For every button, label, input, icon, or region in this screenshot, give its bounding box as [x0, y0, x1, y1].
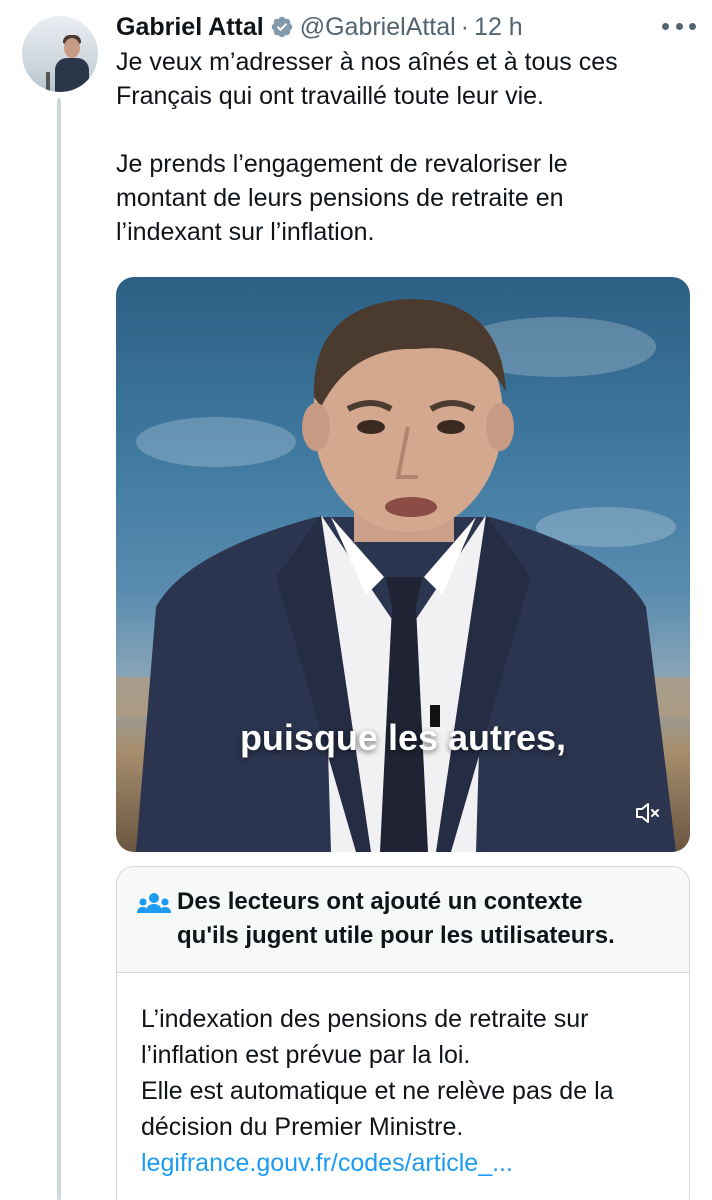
- tweet-video[interactable]: puisque les autres,: [116, 277, 690, 852]
- video-frame-person: [116, 298, 690, 852]
- community-note-title: Des lecteurs ont ajouté un contexte qu'i…: [177, 885, 615, 953]
- author-name[interactable]: Gabriel Attal: [116, 13, 264, 42]
- note-body-line: décision du Premier Ministre.: [141, 1113, 464, 1141]
- note-source-link[interactable]: legifrance.gouv.fr/codes/article_...: [141, 1145, 614, 1181]
- author-handle[interactable]: @GabrielAttal: [300, 13, 456, 42]
- tweet-timestamp[interactable]: 12 h: [474, 13, 523, 42]
- people-icon: [137, 893, 171, 913]
- tweet-header: Gabriel Attal @GabrielAttal · 12 h: [116, 10, 523, 44]
- video-caption: puisque les autres,: [239, 717, 567, 758]
- community-note-body: L’indexation des pensions de retraite su…: [141, 1001, 614, 1181]
- separator-dot: ·: [460, 12, 470, 41]
- note-body-line: Elle est automatique et ne relève pas de…: [141, 1077, 614, 1105]
- community-note-header[interactable]: Des lecteurs ont ajouté un contexte qu'i…: [117, 867, 689, 973]
- tweet-line: Je veux m’adresser à nos aînés et à tous…: [116, 48, 618, 76]
- tweet-line: l’indexant sur l’inflation.: [116, 218, 375, 246]
- note-body-line: l’inflation est prévue par la loi.: [141, 1041, 471, 1069]
- tweet-line: Je prends l’engagement de revaloriser le: [116, 150, 568, 178]
- note-body-line: L’indexation des pensions de retraite su…: [141, 1005, 589, 1033]
- note-title-line: qu'ils jugent utile pour les utilisateur…: [177, 922, 615, 949]
- speaker-muted-icon[interactable]: [628, 795, 668, 831]
- author-avatar[interactable]: [22, 16, 98, 92]
- more-options-icon[interactable]: [662, 14, 696, 38]
- tweet-line: Français qui ont travaillé toute leur vi…: [116, 82, 544, 110]
- tweet-line: montant de leurs pensions de retraite en: [116, 184, 564, 212]
- verified-badge-icon: [271, 16, 292, 38]
- note-title-line: Des lecteurs ont ajouté un contexte: [177, 888, 583, 915]
- community-note: Des lecteurs ont ajouté un contexte qu'i…: [116, 866, 690, 1200]
- thread-connector-line: [57, 98, 61, 1200]
- tweet-text: Je veux m’adresser à nos aînés et à tous…: [116, 45, 696, 249]
